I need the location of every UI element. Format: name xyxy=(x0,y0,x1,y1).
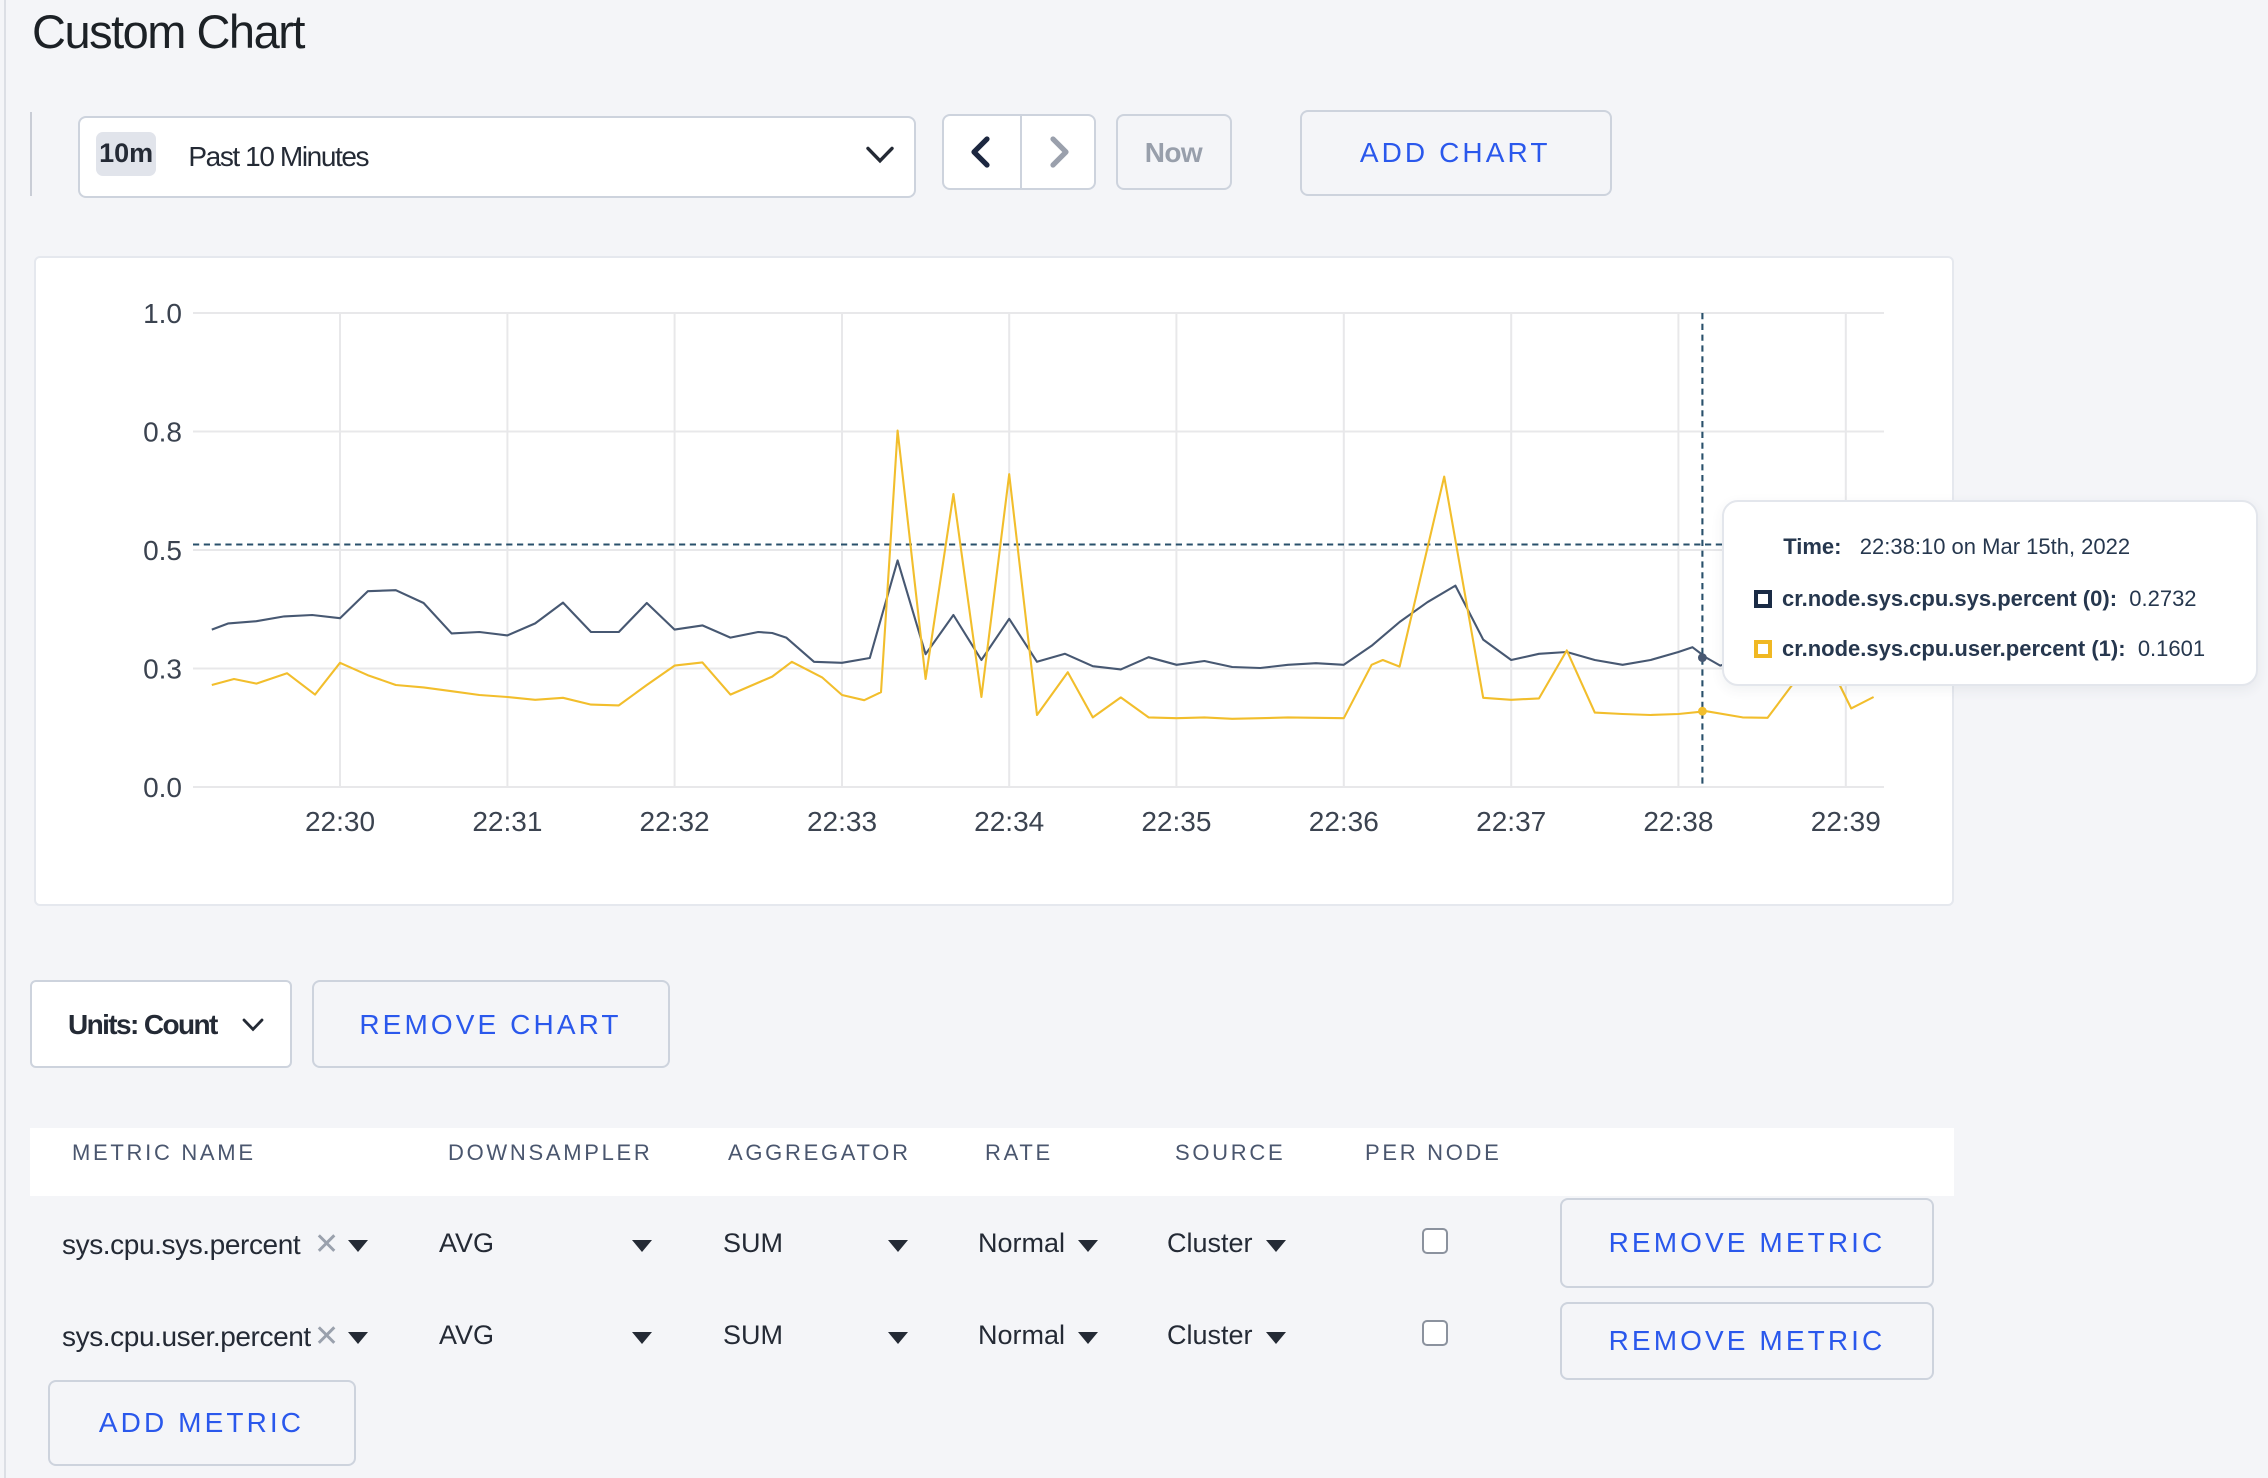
svg-text:22:36: 22:36 xyxy=(1309,805,1379,836)
svg-text:22:30: 22:30 xyxy=(305,805,375,836)
svg-text:22:33: 22:33 xyxy=(807,805,877,836)
svg-text:22:34: 22:34 xyxy=(974,805,1044,836)
svg-text:0.8: 0.8 xyxy=(143,416,182,447)
svg-text:0.5: 0.5 xyxy=(143,534,182,565)
svg-text:22:38: 22:38 xyxy=(1643,805,1713,836)
svg-text:22:35: 22:35 xyxy=(1141,805,1211,836)
svg-text:1.0: 1.0 xyxy=(143,297,182,328)
svg-text:22:32: 22:32 xyxy=(640,805,710,836)
svg-text:22:31: 22:31 xyxy=(472,805,542,836)
svg-text:22:37: 22:37 xyxy=(1476,805,1546,836)
svg-text:0.0: 0.0 xyxy=(143,771,182,802)
svg-text:22:39: 22:39 xyxy=(1811,805,1881,836)
svg-text:0.3: 0.3 xyxy=(143,653,182,684)
